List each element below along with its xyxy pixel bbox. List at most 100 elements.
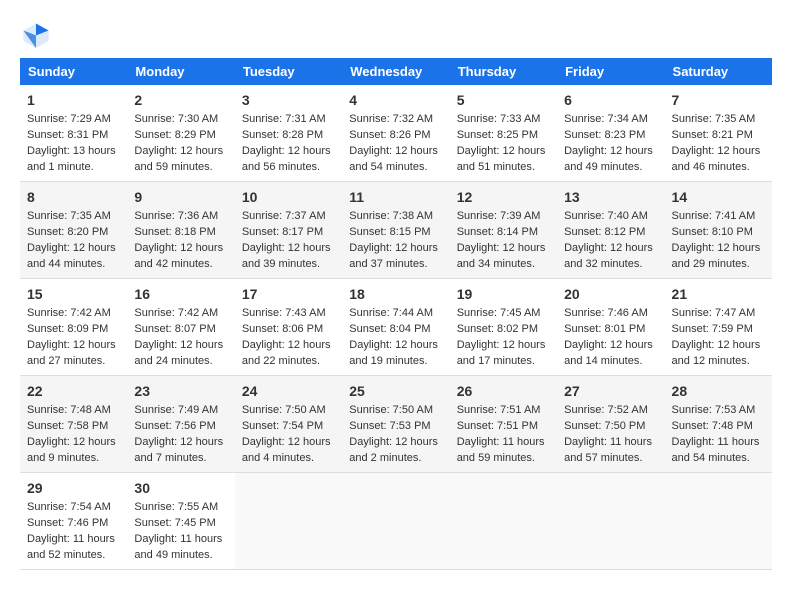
day-number: 19 — [457, 284, 550, 304]
sunrise-text: Sunrise: 7:35 AM — [27, 210, 111, 222]
daylight-text: Daylight: 12 hours and 17 minutes. — [457, 339, 546, 367]
daylight-text: Daylight: 11 hours and 57 minutes. — [564, 436, 652, 464]
page-header — [20, 20, 772, 48]
sunset-text: Sunset: 8:23 PM — [564, 129, 645, 141]
sunrise-text: Sunrise: 7:44 AM — [349, 307, 433, 319]
sunrise-text: Sunrise: 7:47 AM — [672, 307, 756, 319]
day-number: 27 — [564, 381, 657, 401]
col-saturday: Saturday — [665, 58, 772, 85]
calendar-cell: 25Sunrise: 7:50 AMSunset: 7:53 PMDayligh… — [342, 376, 449, 473]
sunrise-text: Sunrise: 7:46 AM — [564, 307, 648, 319]
calendar-cell: 20Sunrise: 7:46 AMSunset: 8:01 PMDayligh… — [557, 279, 664, 376]
sunrise-text: Sunrise: 7:43 AM — [242, 307, 326, 319]
day-number: 26 — [457, 381, 550, 401]
day-number: 18 — [349, 284, 442, 304]
day-number: 11 — [349, 187, 442, 207]
sunrise-text: Sunrise: 7:34 AM — [564, 113, 648, 125]
calendar-cell: 29 Sunrise: 7:54 AM Sunset: 7:46 PM Dayligh… — [20, 473, 127, 570]
day-number: 23 — [134, 381, 227, 401]
daylight-text: Daylight: 12 hours and 24 minutes. — [134, 339, 223, 367]
calendar-cell: 27Sunrise: 7:52 AMSunset: 7:50 PMDayligh… — [557, 376, 664, 473]
day-number: 16 — [134, 284, 227, 304]
day-number: 13 — [564, 187, 657, 207]
day-number: 10 — [242, 187, 335, 207]
sunset-text: Sunset: 8:07 PM — [134, 323, 215, 335]
sunset-text: Sunset: 8:21 PM — [672, 129, 753, 141]
logo-icon — [22, 20, 50, 48]
day-number: 7 — [672, 90, 765, 110]
sunset-text: Sunset: 7:59 PM — [672, 323, 753, 335]
sunrise-text: Sunrise: 7:39 AM — [457, 210, 541, 222]
sunrise-text: Sunrise: 7:29 AM — [27, 113, 111, 125]
sunset-text: Sunset: 7:48 PM — [672, 420, 753, 432]
day-number: 4 — [349, 90, 442, 110]
daylight-text: Daylight: 12 hours and 19 minutes. — [349, 339, 438, 367]
sunset-text: Sunset: 8:01 PM — [564, 323, 645, 335]
calendar-cell: 18Sunrise: 7:44 AMSunset: 8:04 PMDayligh… — [342, 279, 449, 376]
daylight-text: Daylight: 11 hours and 52 minutes. — [27, 533, 115, 561]
sunrise-text: Sunrise: 7:51 AM — [457, 404, 541, 416]
daylight-text: Daylight: 12 hours and 34 minutes. — [457, 242, 546, 270]
sunset-text: Sunset: 8:28 PM — [242, 129, 323, 141]
sunset-text: Sunset: 8:15 PM — [349, 226, 430, 238]
weekday-header-row: Sunday Monday Tuesday Wednesday Thursday… — [20, 58, 772, 85]
daylight-text: Daylight: 12 hours and 39 minutes. — [242, 242, 331, 270]
calendar-cell: 8Sunrise: 7:35 AMSunset: 8:20 PMDaylight… — [20, 182, 127, 279]
calendar-week-row: 22Sunrise: 7:48 AMSunset: 7:58 PMDayligh… — [20, 376, 772, 473]
sunset-text: Sunset: 8:14 PM — [457, 226, 538, 238]
sunrise-text: Sunrise: 7:36 AM — [134, 210, 218, 222]
day-number: 22 — [27, 381, 120, 401]
sunset-text: Sunset: 7:58 PM — [27, 420, 108, 432]
day-number: 8 — [27, 187, 120, 207]
daylight-text: Daylight: 12 hours and 2 minutes. — [349, 436, 438, 464]
sunrise-text: Sunrise: 7:41 AM — [672, 210, 756, 222]
sunrise-text: Sunrise: 7:54 AM — [27, 501, 111, 513]
day-number: 12 — [457, 187, 550, 207]
sunset-text: Sunset: 8:17 PM — [242, 226, 323, 238]
day-number: 25 — [349, 381, 442, 401]
calendar-week-row: 8Sunrise: 7:35 AMSunset: 8:20 PMDaylight… — [20, 182, 772, 279]
calendar-cell: 19Sunrise: 7:45 AMSunset: 8:02 PMDayligh… — [450, 279, 557, 376]
day-number: 5 — [457, 90, 550, 110]
daylight-text: Daylight: 12 hours and 7 minutes. — [134, 436, 223, 464]
daylight-text: Daylight: 12 hours and 22 minutes. — [242, 339, 331, 367]
calendar-cell — [557, 473, 664, 570]
calendar-body: 1Sunrise: 7:29 AMSunset: 8:31 PMDaylight… — [20, 85, 772, 570]
sunset-text: Sunset: 8:26 PM — [349, 129, 430, 141]
logo — [20, 20, 50, 48]
daylight-text: Daylight: 12 hours and 59 minutes. — [134, 145, 223, 173]
calendar-cell: 15Sunrise: 7:42 AMSunset: 8:09 PMDayligh… — [20, 279, 127, 376]
calendar-cell: 21Sunrise: 7:47 AMSunset: 7:59 PMDayligh… — [665, 279, 772, 376]
calendar-cell: 26Sunrise: 7:51 AMSunset: 7:51 PMDayligh… — [450, 376, 557, 473]
calendar-cell: 22Sunrise: 7:48 AMSunset: 7:58 PMDayligh… — [20, 376, 127, 473]
calendar-cell: 7Sunrise: 7:35 AMSunset: 8:21 PMDaylight… — [665, 85, 772, 182]
day-number: 14 — [672, 187, 765, 207]
calendar-cell: 11Sunrise: 7:38 AMSunset: 8:15 PMDayligh… — [342, 182, 449, 279]
calendar-cell: 14Sunrise: 7:41 AMSunset: 8:10 PMDayligh… — [665, 182, 772, 279]
sunrise-text: Sunrise: 7:50 AM — [349, 404, 433, 416]
sunset-text: Sunset: 8:12 PM — [564, 226, 645, 238]
day-number: 28 — [672, 381, 765, 401]
day-number: 30 — [134, 478, 227, 498]
sunset-text: Sunset: 7:46 PM — [27, 517, 108, 529]
sunrise-text: Sunrise: 7:49 AM — [134, 404, 218, 416]
daylight-text: Daylight: 12 hours and 27 minutes. — [27, 339, 116, 367]
sunrise-text: Sunrise: 7:53 AM — [672, 404, 756, 416]
daylight-text: Daylight: 11 hours and 54 minutes. — [672, 436, 760, 464]
day-number: 1 — [27, 90, 120, 110]
day-number: 29 — [27, 478, 120, 498]
calendar-cell: 28 Sunrise: 7:53 AM Sunset: 7:48 PM Dayligh… — [665, 376, 772, 473]
daylight-text: Daylight: 12 hours and 42 minutes. — [134, 242, 223, 270]
day-number: 24 — [242, 381, 335, 401]
daylight-text: Daylight: 11 hours and 49 minutes. — [134, 533, 222, 561]
daylight-text: Daylight: 12 hours and 49 minutes. — [564, 145, 653, 173]
col-wednesday: Wednesday — [342, 58, 449, 85]
calendar-cell: 10Sunrise: 7:37 AMSunset: 8:17 PMDayligh… — [235, 182, 342, 279]
sunset-text: Sunset: 8:25 PM — [457, 129, 538, 141]
day-number: 9 — [134, 187, 227, 207]
col-monday: Monday — [127, 58, 234, 85]
daylight-text: Daylight: 12 hours and 54 minutes. — [349, 145, 438, 173]
sunrise-text: Sunrise: 7:42 AM — [134, 307, 218, 319]
calendar-table: Sunday Monday Tuesday Wednesday Thursday… — [20, 58, 772, 570]
daylight-text: Daylight: 12 hours and 32 minutes. — [564, 242, 653, 270]
